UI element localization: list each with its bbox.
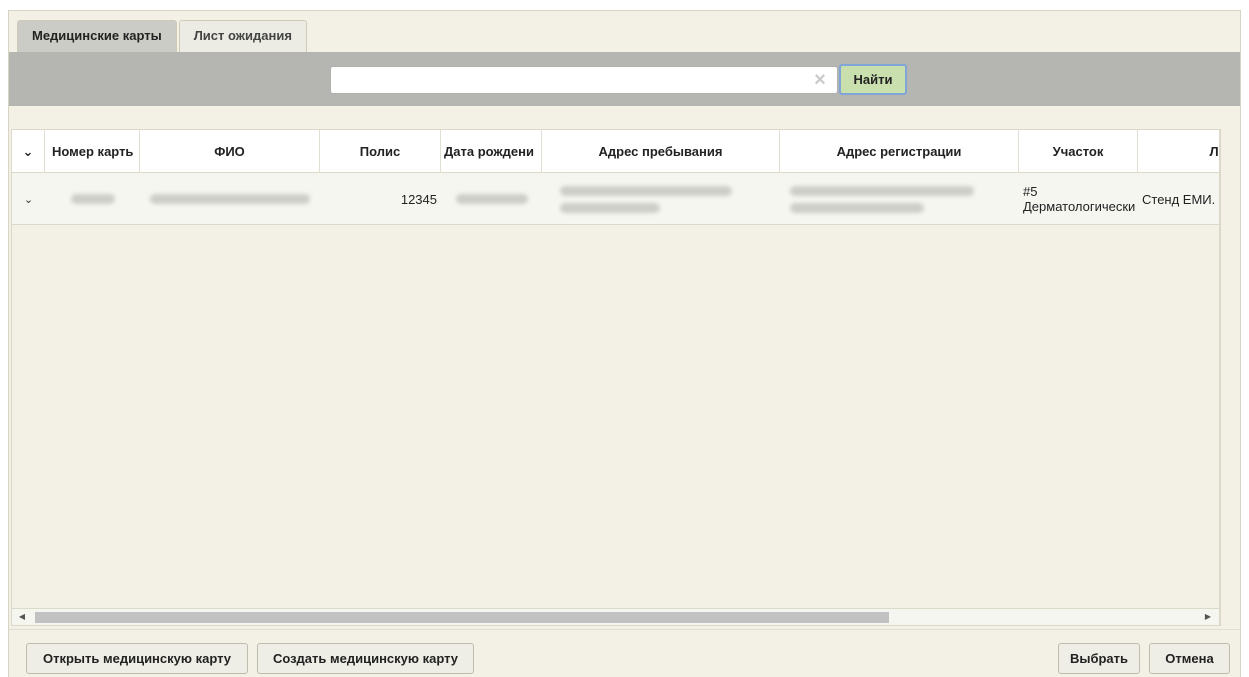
cancel-button[interactable]: Отмена — [1149, 643, 1230, 674]
column-header-uchastok[interactable]: Участок — [1019, 130, 1138, 173]
create-card-button[interactable]: Создать медицинскую карту — [257, 643, 474, 674]
expand-row-icon[interactable]: ⌄ — [12, 173, 45, 225]
cell-fio — [140, 173, 320, 225]
cell-lpu: Стенд ЕМИ. — [1142, 191, 1216, 207]
column-header-polis[interactable]: Полис — [320, 130, 441, 173]
table-header: ⌄ Номер карть ФИО Полис Дата рождени Адр… — [12, 130, 1219, 173]
clear-search-icon[interactable]: × — [809, 69, 831, 91]
scroll-left-icon[interactable]: ◀ — [15, 610, 29, 624]
tab-waiting-list[interactable]: Лист ожидания — [178, 20, 307, 52]
scroll-right-icon[interactable]: ▶ — [1201, 610, 1215, 624]
expand-all-icon[interactable]: ⌄ — [12, 130, 45, 173]
cell-card-number — [45, 173, 140, 225]
search-input[interactable] — [330, 66, 838, 94]
cell-uchastok: #5 Дерматологически — [1019, 173, 1138, 225]
column-header-stay-address[interactable]: Адрес пребывания — [542, 130, 780, 173]
vertical-scrollbar[interactable] — [1220, 129, 1239, 626]
search-bar: × Найти — [9, 52, 1240, 106]
tab-medical-cards[interactable]: Медицинские карты — [17, 20, 177, 52]
scroll-thumb[interactable] — [35, 612, 889, 623]
cell-polis: 12345 — [400, 191, 437, 207]
column-header-card-number[interactable]: Номер карть — [45, 130, 140, 173]
cell-birthdate — [441, 173, 542, 225]
select-button[interactable]: Выбрать — [1058, 643, 1140, 674]
find-button[interactable]: Найти — [839, 64, 907, 95]
column-header-reg-address[interactable]: Адрес регистрации — [780, 130, 1019, 173]
dialog-panel: Медицинские карты Лист ожидания × Найти … — [8, 10, 1241, 677]
open-card-button[interactable]: Открыть медицинскую карту — [26, 643, 248, 674]
uchastok-name: Дерматологически — [1023, 199, 1136, 214]
patients-table: ⌄ Номер карть ФИО Полис Дата рождени Адр… — [11, 129, 1220, 609]
horizontal-scrollbar[interactable]: ◀ ▶ — [11, 609, 1220, 626]
cell-stay-address — [542, 173, 780, 225]
tab-bar: Медицинские карты Лист ожидания — [17, 20, 309, 52]
column-header-birthdate[interactable]: Дата рождени — [441, 130, 542, 173]
cell-reg-address — [780, 173, 1019, 225]
column-header-lpu[interactable]: ЛПУ — [1138, 130, 1219, 173]
uchastok-number: #5 — [1023, 184, 1038, 199]
footer-divider — [9, 629, 1240, 630]
table-row[interactable]: ⌄ 12345 #5 Дерматологически Стенд ЕМИ. — [12, 173, 1219, 225]
column-header-fio[interactable]: ФИО — [140, 130, 320, 173]
